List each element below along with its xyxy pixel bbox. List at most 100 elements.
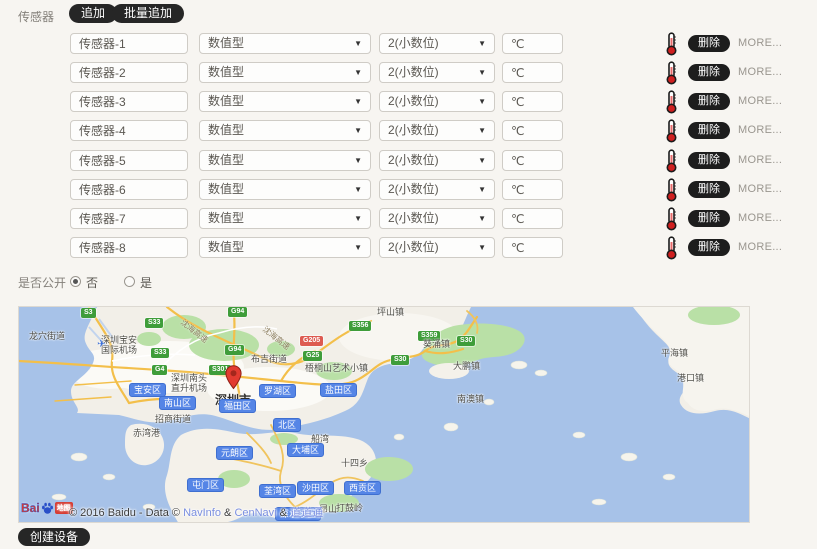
- visibility-option-yes-label[interactable]: 是: [140, 274, 152, 291]
- sensor-type-select[interactable]: 数值型 ▼: [199, 91, 371, 112]
- sensor-decimals-select[interactable]: 2(小数位) ▼: [379, 237, 495, 258]
- sensor-type-select[interactable]: 数值型 ▼: [199, 237, 371, 258]
- baidu-paw-icon: [41, 502, 54, 515]
- sensor-unit-input[interactable]: [502, 120, 563, 141]
- chevron-down-icon: ▼: [478, 121, 486, 141]
- sensor-row: 数值型 ▼ 2(小数位) ▼ 删除 MORE...: [0, 33, 817, 55]
- sensor-unit-input[interactable]: [502, 33, 563, 54]
- sensor-type-value: 数值型: [208, 153, 244, 167]
- sensor-unit-input[interactable]: [502, 208, 563, 229]
- sensor-decimals-value: 2(小数位): [388, 182, 439, 196]
- more-link[interactable]: MORE...: [738, 124, 782, 136]
- sensor-type-select[interactable]: 数值型 ▼: [199, 33, 371, 54]
- sensor-unit-input[interactable]: [502, 237, 563, 258]
- district-pill: 北区: [273, 418, 301, 432]
- sensor-name-input[interactable]: [70, 91, 188, 112]
- append-sensor-button[interactable]: 追加: [69, 4, 117, 23]
- chevron-down-icon: ▼: [354, 238, 362, 258]
- delete-sensor-button[interactable]: 删除: [688, 239, 730, 256]
- sensor-type-value: 数值型: [208, 36, 244, 50]
- chevron-down-icon: ▼: [354, 63, 362, 83]
- sensor-name-input[interactable]: [70, 179, 188, 200]
- sensor-type-select[interactable]: 数值型 ▼: [199, 208, 371, 229]
- visibility-radio-yes[interactable]: [124, 276, 135, 287]
- sensor-name-input[interactable]: [70, 208, 188, 229]
- chevron-down-icon: ▼: [354, 121, 362, 141]
- district-pill: 盐田区: [320, 383, 357, 397]
- sensor-decimals-select[interactable]: 2(小数位) ▼: [379, 150, 495, 171]
- chevron-down-icon: ▼: [354, 151, 362, 171]
- cennavi-link[interactable]: CenNavi: [234, 507, 276, 519]
- more-link[interactable]: MORE...: [738, 66, 782, 78]
- visibility-radio-no[interactable]: [70, 276, 81, 287]
- district-pill: 荃湾区: [259, 484, 296, 498]
- daodaotong-link[interactable]: 道道通: [290, 507, 323, 519]
- more-link[interactable]: MORE...: [738, 95, 782, 107]
- baidu-maps-logo: Bai 地图: [21, 501, 73, 515]
- create-device-button[interactable]: 创建设备: [18, 528, 90, 546]
- sensor-name-input[interactable]: [70, 120, 188, 141]
- district-pill: 福田区: [219, 399, 256, 413]
- sensor-type-select[interactable]: 数值型 ▼: [199, 179, 371, 200]
- delete-sensor-button[interactable]: 删除: [688, 122, 730, 139]
- sensor-row: 数值型 ▼ 2(小数位) ▼ 删除 MORE...: [0, 91, 817, 113]
- sensor-decimals-value: 2(小数位): [388, 65, 439, 79]
- chevron-down-icon: ▼: [478, 63, 486, 83]
- sensor-name-input[interactable]: [70, 33, 188, 54]
- district-pill: 南山区: [159, 396, 196, 410]
- sensor-decimals-select[interactable]: 2(小数位) ▼: [379, 179, 495, 200]
- delete-sensor-button[interactable]: 删除: [688, 64, 730, 81]
- thermometer-icon: [664, 149, 679, 173]
- sensor-unit-input[interactable]: [502, 62, 563, 83]
- delete-sensor-button[interactable]: 删除: [688, 152, 730, 169]
- district-pill: 屯门区: [187, 478, 224, 492]
- sensor-decimals-select[interactable]: 2(小数位) ▼: [379, 62, 495, 83]
- sensor-name-input[interactable]: [70, 150, 188, 171]
- district-pill: 罗湖区: [259, 384, 296, 398]
- sensor-unit-input[interactable]: [502, 91, 563, 112]
- sensor-decimals-value: 2(小数位): [388, 123, 439, 137]
- sensor-row: 数值型 ▼ 2(小数位) ▼ 删除 MORE...: [0, 120, 817, 142]
- delete-sensor-button[interactable]: 删除: [688, 93, 730, 110]
- batch-append-sensor-button[interactable]: 批量追加: [112, 4, 184, 23]
- sensor-type-select[interactable]: 数值型 ▼: [199, 120, 371, 141]
- sensor-decimals-select[interactable]: 2(小数位) ▼: [379, 91, 495, 112]
- sensor-type-value: 数值型: [208, 123, 244, 137]
- more-link[interactable]: MORE...: [738, 37, 782, 49]
- sensor-decimals-select[interactable]: 2(小数位) ▼: [379, 120, 495, 141]
- visibility-option-no-label[interactable]: 否: [86, 274, 98, 291]
- delete-sensor-button[interactable]: 删除: [688, 181, 730, 198]
- sensor-unit-input[interactable]: [502, 179, 563, 200]
- sensor-type-value: 数值型: [208, 240, 244, 254]
- delete-sensor-button[interactable]: 删除: [688, 210, 730, 227]
- more-link[interactable]: MORE...: [738, 241, 782, 253]
- chevron-down-icon: ▼: [354, 34, 362, 54]
- chevron-down-icon: ▼: [478, 34, 486, 54]
- sensor-type-select[interactable]: 数值型 ▼: [199, 62, 371, 83]
- sensor-type-value: 数值型: [208, 65, 244, 79]
- sensor-type-value: 数值型: [208, 211, 244, 225]
- chevron-down-icon: ▼: [354, 92, 362, 112]
- sensor-type-value: 数值型: [208, 182, 244, 196]
- district-pills-layer: 宝安区南山区福田区罗湖区盐田区北区元朗区大埔区屯门区荃湾区沙田区西贡区深水埗区: [19, 307, 749, 522]
- more-link[interactable]: MORE...: [738, 183, 782, 195]
- sensor-unit-input[interactable]: [502, 150, 563, 171]
- district-pill: 大埔区: [287, 443, 324, 457]
- sensor-row: 数值型 ▼ 2(小数位) ▼ 删除 MORE...: [0, 237, 817, 259]
- thermometer-icon: [664, 119, 679, 143]
- thermometer-icon: [664, 61, 679, 85]
- district-pill: 西贡区: [344, 481, 381, 495]
- sensor-name-input[interactable]: [70, 62, 188, 83]
- thermometer-icon: [664, 90, 679, 114]
- delete-sensor-button[interactable]: 删除: [688, 35, 730, 52]
- chevron-down-icon: ▼: [354, 209, 362, 229]
- more-link[interactable]: MORE...: [738, 212, 782, 224]
- more-link[interactable]: MORE...: [738, 154, 782, 166]
- sensor-type-select[interactable]: 数值型 ▼: [199, 150, 371, 171]
- sensor-decimals-select[interactable]: 2(小数位) ▼: [379, 33, 495, 54]
- navinfo-link[interactable]: NavInfo: [183, 507, 221, 519]
- baidu-map[interactable]: 沈海高速沈海高速 S3S33S33G94G94S301G4S356G205G25…: [18, 306, 750, 523]
- thermometer-icon: [664, 236, 679, 260]
- sensor-decimals-select[interactable]: 2(小数位) ▼: [379, 208, 495, 229]
- sensor-name-input[interactable]: [70, 237, 188, 258]
